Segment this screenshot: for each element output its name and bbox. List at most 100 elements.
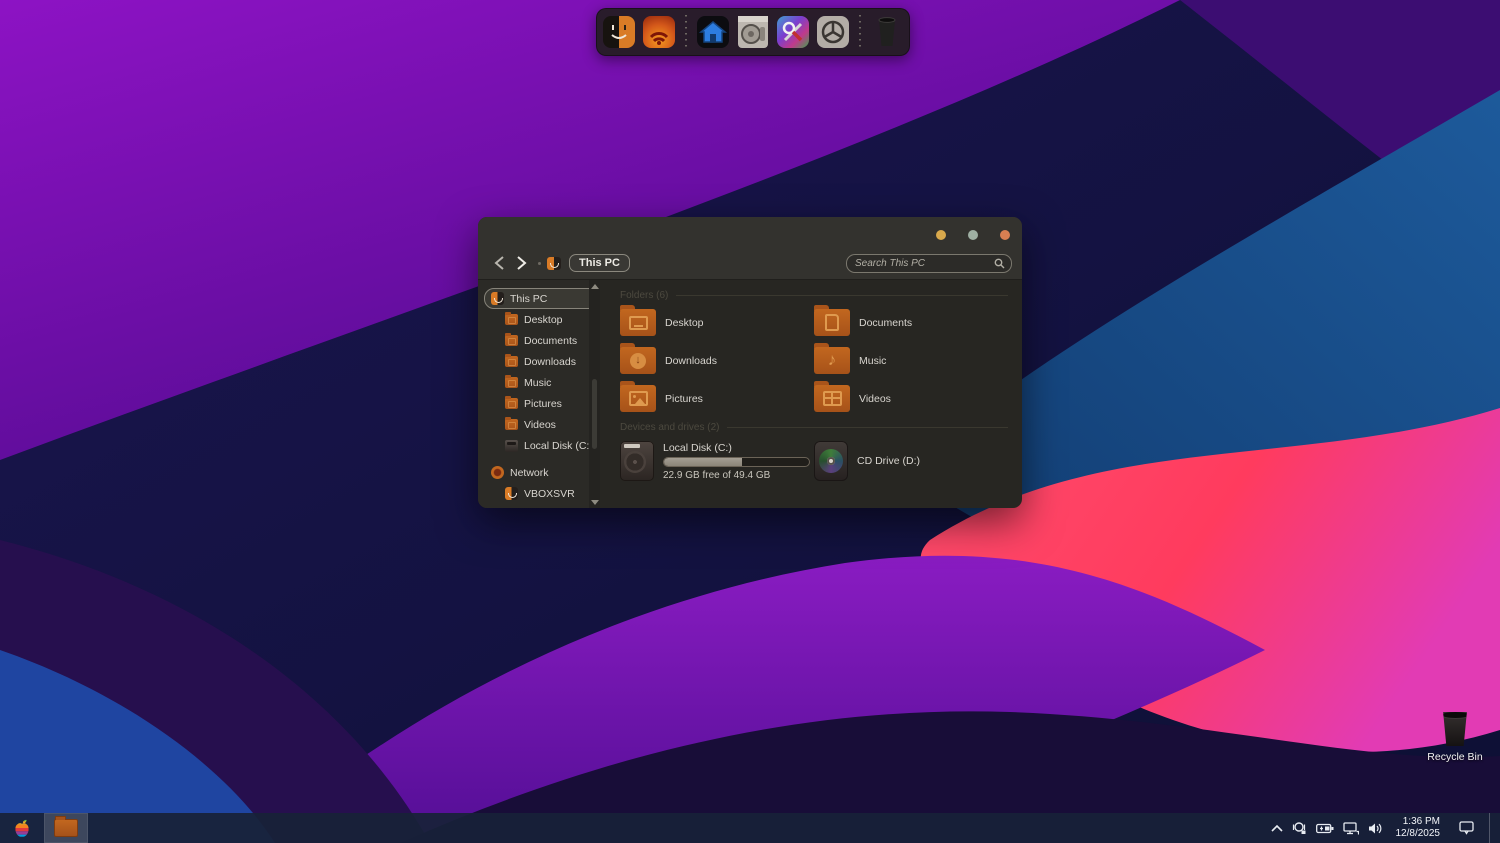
search-box[interactable] xyxy=(846,254,1012,273)
sidebar-item-icon xyxy=(505,440,518,452)
folder-icon xyxy=(814,309,850,336)
hard-disk-icon xyxy=(620,441,654,481)
group-header-drives[interactable]: Devices and drives (2) xyxy=(620,422,1008,433)
tweak-tool-icon[interactable] xyxy=(775,14,811,50)
sidebar-item[interactable]: Network xyxy=(484,462,598,483)
search-input[interactable] xyxy=(853,257,994,270)
folder-label: Documents xyxy=(859,317,912,329)
navigation-bar: This PC xyxy=(478,247,1022,280)
sidebar-item-label: Videos xyxy=(524,419,556,431)
home-icon[interactable] xyxy=(695,14,731,50)
sidebar-item-label: Downloads xyxy=(524,356,576,368)
sidebar-item-label: Network xyxy=(510,467,549,479)
title-bar[interactable] xyxy=(478,217,1022,247)
system-tray: 1:36 PM 12/8/2025 xyxy=(1271,813,1500,843)
dock-separator xyxy=(859,15,861,49)
folder-label: Videos xyxy=(859,393,891,405)
sidebar-item[interactable]: This PC xyxy=(484,288,598,309)
folder-tile[interactable]: Downloads xyxy=(620,347,814,374)
drive-cd[interactable]: CD Drive (D:) xyxy=(814,441,1008,481)
sidebar-item-icon xyxy=(505,419,518,430)
folder-icon xyxy=(814,385,850,412)
address-this-pc-icon xyxy=(547,257,561,270)
sidebar-item-label: Music xyxy=(524,377,551,389)
trash-icon[interactable] xyxy=(869,14,905,50)
file-list: Folders (6) Desktop xyxy=(600,280,1022,508)
network-icon[interactable] xyxy=(1343,822,1359,835)
folder-icon xyxy=(620,347,656,374)
folder-tile[interactable]: Pictures xyxy=(620,385,814,412)
sidebar-item[interactable]: Videos xyxy=(498,414,598,435)
recycle-bin[interactable]: Recycle Bin xyxy=(1415,712,1495,763)
system-preferences-icon[interactable] xyxy=(815,14,851,50)
folder-icon xyxy=(814,347,850,374)
sidebar-item[interactable]: VBOXSVR xyxy=(498,483,598,504)
sidebar-item[interactable]: Music xyxy=(498,372,598,393)
start-button[interactable] xyxy=(0,813,44,843)
sidebar-item-label: Desktop xyxy=(524,314,563,326)
hard-drive-icon[interactable] xyxy=(735,14,771,50)
folder-icon xyxy=(620,385,656,412)
taskbar-clock[interactable]: 1:36 PM 12/8/2025 xyxy=(1396,816,1441,840)
sidebar-item-icon xyxy=(505,314,518,325)
folder-label: Music xyxy=(859,355,886,367)
clock-date: 12/8/2025 xyxy=(1396,828,1441,840)
sidebar-scrollbar[interactable] xyxy=(589,280,600,508)
finder-icon[interactable] xyxy=(601,14,637,50)
sidebar-item[interactable]: Documents xyxy=(498,330,598,351)
sidebar-item[interactable]: Local Disk (C:) xyxy=(498,435,598,456)
drive-local-disk[interactable]: Local Disk (C:) 22.9 GB free of 49.4 GB xyxy=(620,441,814,481)
back-button[interactable] xyxy=(488,252,510,274)
folder-label: Desktop xyxy=(665,317,704,329)
disk-free-space: 22.9 GB free of 49.4 GB xyxy=(663,470,810,481)
sidebar-item-icon xyxy=(505,356,518,367)
taskbar-file-explorer-button[interactable] xyxy=(44,813,88,843)
hidden-icons-chevron-icon[interactable] xyxy=(1271,824,1283,832)
close-button[interactable] xyxy=(1000,230,1010,240)
disk-usage-bar xyxy=(663,457,810,467)
show-desktop-button[interactable] xyxy=(1489,813,1494,843)
dock xyxy=(596,8,910,56)
scroll-up-icon[interactable] xyxy=(591,284,599,289)
web-browser-icon[interactable] xyxy=(641,14,677,50)
sidebar-item-icon xyxy=(505,398,518,409)
sidebar-item[interactable]: Pictures xyxy=(498,393,598,414)
folder-tile[interactable]: Desktop xyxy=(620,309,814,336)
file-explorer-icon xyxy=(54,819,78,837)
scroll-thumb[interactable] xyxy=(592,379,597,449)
recycle-bin-icon[interactable] xyxy=(1442,712,1469,746)
clock-time: 1:36 PM xyxy=(1396,816,1441,828)
desktop: This PC This PC Desktop xyxy=(0,0,1500,843)
safely-remove-hardware-icon[interactable] xyxy=(1292,821,1307,835)
dock-separator xyxy=(685,15,687,49)
sidebar: This PC Desktop Documents Downlo xyxy=(478,280,600,508)
action-center-icon[interactable] xyxy=(1459,821,1474,835)
volume-icon[interactable] xyxy=(1368,822,1383,835)
sidebar-item-label: VBOXSVR xyxy=(524,488,575,500)
folder-tile[interactable]: Documents xyxy=(814,309,1008,336)
group-header-folders[interactable]: Folders (6) xyxy=(620,290,1008,301)
sidebar-item-icon xyxy=(491,466,504,479)
folder-label: Pictures xyxy=(665,393,703,405)
folder-icon xyxy=(620,309,656,336)
battery-icon[interactable] xyxy=(1316,823,1334,834)
sidebar-item-label: Documents xyxy=(524,335,577,347)
minimize-button[interactable] xyxy=(936,230,946,240)
scroll-down-icon[interactable] xyxy=(591,500,599,505)
sidebar-item[interactable]: Desktop xyxy=(498,309,598,330)
sidebar-item[interactable]: Downloads xyxy=(498,351,598,372)
file-explorer-window: This PC This PC Desktop xyxy=(478,217,1022,508)
sidebar-item-icon xyxy=(505,377,518,388)
maximize-button[interactable] xyxy=(968,230,978,240)
folder-tile[interactable]: Videos xyxy=(814,385,1008,412)
apple-logo-icon xyxy=(12,817,32,839)
forward-button[interactable] xyxy=(510,252,532,274)
cd-drive-icon xyxy=(814,441,848,481)
folder-tile[interactable]: Music xyxy=(814,347,1008,374)
sidebar-item-icon xyxy=(491,292,504,305)
sidebar-item-icon xyxy=(505,335,518,346)
breadcrumb[interactable]: This PC xyxy=(569,254,630,272)
folder-label: Downloads xyxy=(665,355,717,367)
sidebar-item-label: Pictures xyxy=(524,398,562,410)
recent-locations-dropdown[interactable] xyxy=(538,262,541,265)
